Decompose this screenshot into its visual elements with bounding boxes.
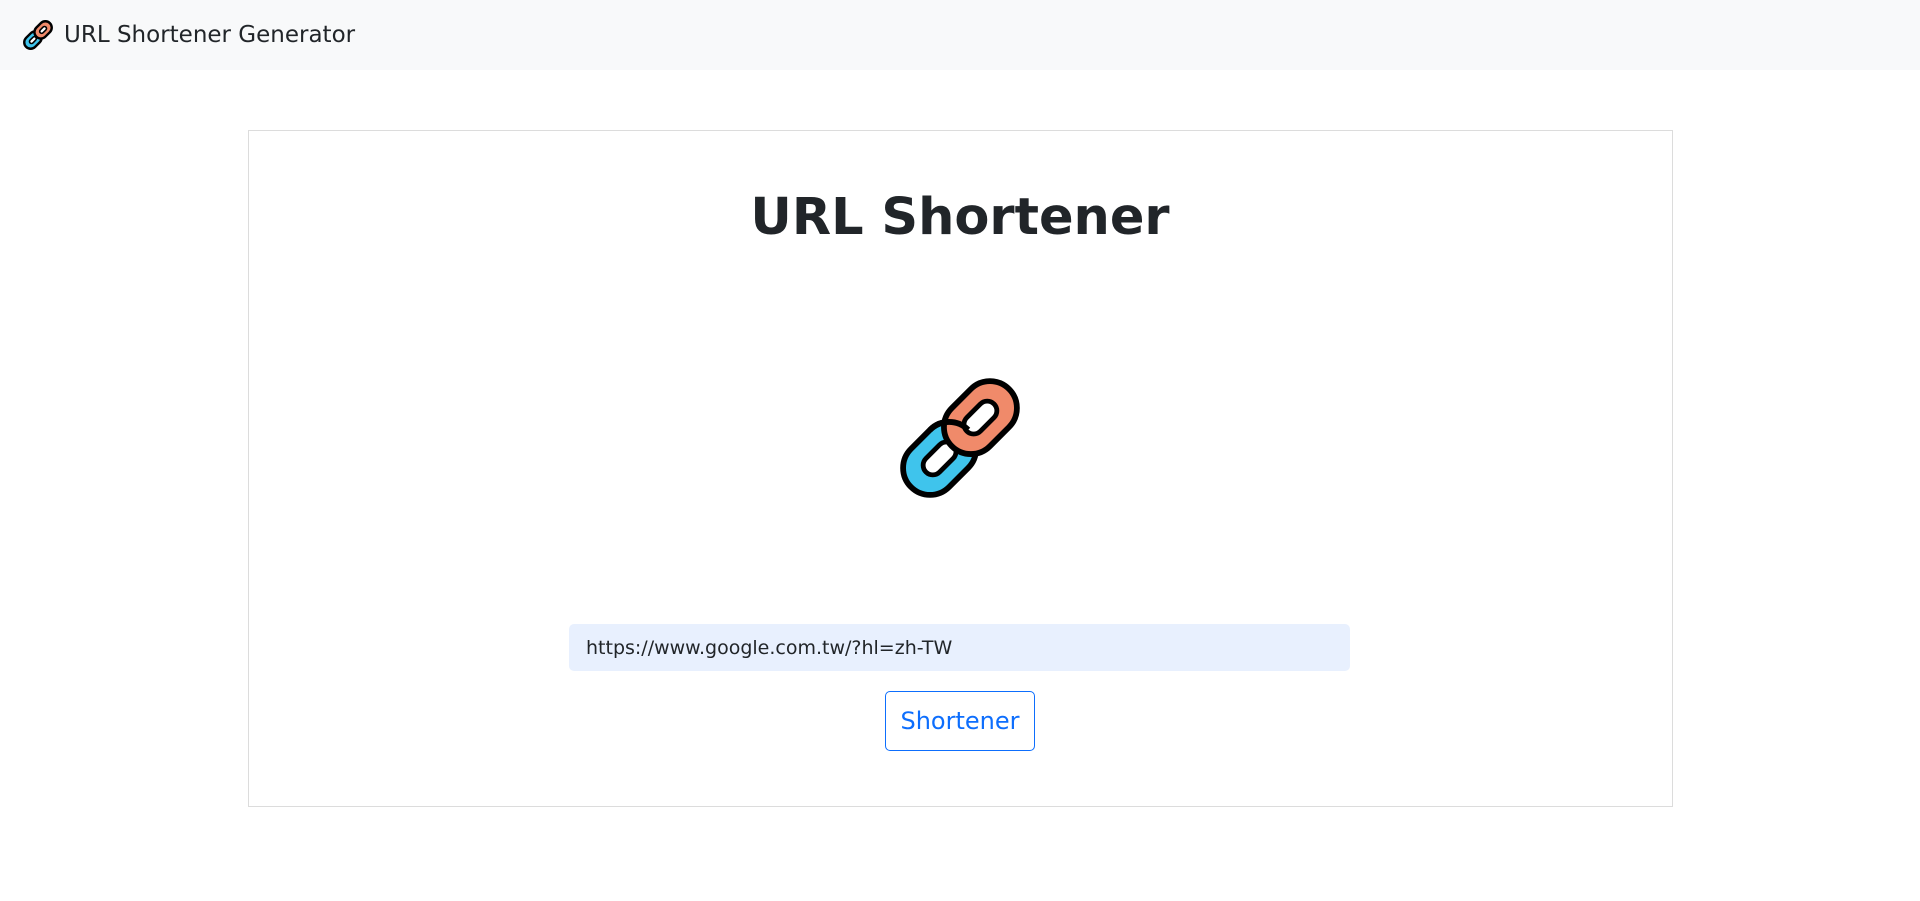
- link-icon: [900, 378, 1020, 498]
- page-title: URL Shortener: [750, 188, 1170, 247]
- url-input[interactable]: [569, 624, 1350, 671]
- navbar-brand[interactable]: URL Shortener Generator: [18, 15, 355, 55]
- link-icon: [23, 20, 53, 50]
- shortener-button[interactable]: Shortener: [885, 691, 1035, 751]
- navbar-brand-label: URL Shortener Generator: [64, 22, 356, 48]
- navbar: URL Shortener Generator: [0, 0, 1920, 70]
